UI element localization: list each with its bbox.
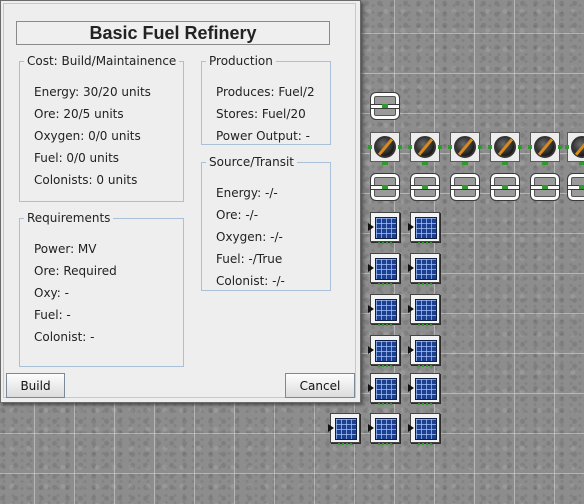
- requirement-ore: Ore: Required: [34, 264, 117, 278]
- transit-oxygen: Oxygen: -/-: [216, 230, 283, 244]
- solar-panel-icon[interactable]: [365, 208, 405, 248]
- cost-group-title: Cost: Build/Maintainence: [24, 53, 180, 69]
- solar-panel-icon[interactable]: [365, 409, 405, 449]
- dialog-title: Basic Fuel Refinery: [89, 22, 257, 43]
- solar-panel-icon[interactable]: [325, 409, 365, 449]
- pipe-connector-icon[interactable]: [365, 168, 405, 208]
- refinery-gauge-icon[interactable]: [445, 128, 485, 168]
- cost-ore: Ore: 20/5 units: [34, 107, 124, 121]
- solar-panel-icon[interactable]: [365, 331, 405, 371]
- solar-panel-icon[interactable]: [405, 409, 445, 449]
- solar-panel-icon[interactable]: [365, 290, 405, 330]
- source-transit-group-title: Source/Transit: [206, 154, 298, 170]
- solar-panel-icon[interactable]: [405, 369, 445, 409]
- solar-panel-icon[interactable]: [405, 249, 445, 289]
- source-transit-group: Source/Transit Energy: -/- Ore: -/- Oxyg…: [201, 154, 331, 291]
- pipe-connector-icon[interactable]: [562, 168, 584, 208]
- solar-panel-icon[interactable]: [405, 331, 445, 371]
- pipe-connector-icon[interactable]: [405, 168, 445, 208]
- cost-group: Cost: Build/Maintainence Energy: 30/20 u…: [19, 53, 184, 202]
- production-produces: Produces: Fuel/2: [216, 85, 315, 99]
- building-info-dialog: Basic Fuel Refinery Cost: Build/Maintain…: [0, 0, 361, 403]
- pipe-connector-icon[interactable]: [365, 87, 405, 127]
- pipe-connector-icon[interactable]: [525, 168, 565, 208]
- production-group-title: Production: [206, 53, 276, 69]
- transit-energy: Energy: -/-: [216, 186, 278, 200]
- title-box: Basic Fuel Refinery: [16, 21, 330, 45]
- cost-fuel: Fuel: 0/0 units: [34, 151, 120, 165]
- refinery-gauge-icon[interactable]: [365, 128, 405, 168]
- build-button[interactable]: Build: [6, 373, 65, 398]
- production-stores: Stores: Fuel/20: [216, 107, 306, 121]
- refinery-gauge-icon[interactable]: [525, 128, 565, 168]
- solar-panel-icon[interactable]: [405, 290, 445, 330]
- cost-oxygen: Oxygen: 0/0 units: [34, 129, 141, 143]
- transit-fuel: Fuel: -/True: [216, 252, 283, 266]
- requirement-oxy: Oxy: -: [34, 286, 69, 300]
- transit-ore: Ore: -/-: [216, 208, 259, 222]
- cost-energy: Energy: 30/20 units: [34, 85, 151, 99]
- pipe-connector-icon[interactable]: [485, 168, 525, 208]
- pipe-connector-icon[interactable]: [445, 168, 485, 208]
- cancel-button[interactable]: Cancel: [285, 373, 355, 398]
- requirements-group-title: Requirements: [24, 210, 114, 226]
- solar-panel-icon[interactable]: [405, 208, 445, 248]
- requirements-group: Requirements Power: MV Ore: Required Oxy…: [19, 210, 184, 367]
- requirement-power: Power: MV: [34, 242, 97, 256]
- refinery-gauge-icon[interactable]: [405, 128, 445, 168]
- solar-panel-icon[interactable]: [365, 369, 405, 409]
- requirement-fuel: Fuel: -: [34, 308, 71, 322]
- refinery-gauge-icon[interactable]: [485, 128, 525, 168]
- solar-panel-icon[interactable]: [365, 249, 405, 289]
- refinery-gauge-icon[interactable]: [562, 128, 584, 168]
- requirement-colonist: Colonist: -: [34, 330, 95, 344]
- transit-colonist: Colonist: -/-: [216, 274, 285, 288]
- production-group: Production Produces: Fuel/2 Stores: Fuel…: [201, 53, 331, 145]
- cost-colonists: Colonists: 0 units: [34, 173, 138, 187]
- production-power-output: Power Output: -: [216, 129, 310, 143]
